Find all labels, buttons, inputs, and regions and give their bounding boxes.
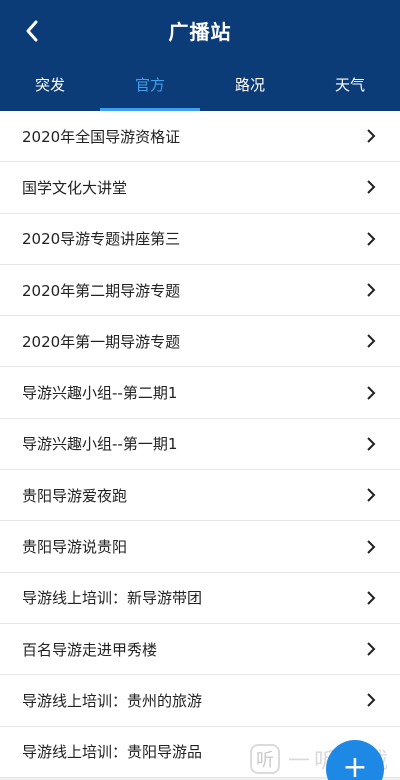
list-item[interactable]: 导游兴趣小组--第二期1 <box>0 367 400 419</box>
list-item-label: 2020年第一期导游专题 <box>22 332 181 351</box>
chevron-right-icon <box>364 641 378 657</box>
list-item-label: 导游线上培训：新导游带团 <box>22 589 203 608</box>
chevron-right-icon <box>364 179 378 195</box>
list-item[interactable]: 贵阳导游爱夜跑 <box>0 470 400 522</box>
list-item[interactable]: 国学文化大讲堂 <box>0 162 400 214</box>
list-item[interactable]: 导游线上培训：贵州的旅游 <box>0 675 400 727</box>
tab-traffic[interactable]: 路况 <box>200 62 300 111</box>
page-title: 广播站 <box>168 20 232 44</box>
chevron-right-icon <box>364 487 378 503</box>
plus-icon: + <box>342 750 368 780</box>
chevron-right-icon <box>364 436 378 452</box>
chevron-right-icon <box>364 539 378 555</box>
chevron-right-icon <box>364 282 378 298</box>
list-item[interactable]: 2020年第二期导游专题 <box>0 264 400 317</box>
chevron-right-icon <box>364 128 378 144</box>
list-item-label: 导游兴趣小组--第一期1 <box>22 435 178 454</box>
app-header: 广播站 突发 官方 路况 天气 <box>0 0 400 111</box>
list-item[interactable]: 贵阳导游说贵阳 <box>0 521 400 573</box>
watermark-logo-icon: 听 <box>250 744 280 774</box>
list-item[interactable]: 2020导游专题讲座第三 <box>0 213 400 265</box>
list-item-label: 导游兴趣小组--第二期1 <box>22 384 178 403</box>
list-item-label: 国学文化大讲堂 <box>22 178 128 197</box>
chevron-right-icon <box>364 333 378 349</box>
tab-official[interactable]: 官方 <box>100 62 200 111</box>
list-item-label: 2020年全国导游资格证 <box>22 127 181 146</box>
list-item[interactable]: 导游线上培训：新导游带团 <box>0 572 400 624</box>
tab-weather[interactable]: 天气 <box>300 62 400 111</box>
chevron-right-icon <box>364 385 378 401</box>
list-item-label: 2020导游专题讲座第三 <box>22 230 181 249</box>
list-item-label: 贵阳导游爱夜跑 <box>22 486 128 505</box>
list-item-label: 百名导游走进甲秀楼 <box>22 640 158 659</box>
list-item-label: 2020年第二期导游专题 <box>22 281 181 300</box>
broadcast-list: 2020年全国导游资格证 国学文化大讲堂 2020导游专题讲座第三 2020年第… <box>0 111 400 778</box>
list-item[interactable]: 2020年全国导游资格证 <box>0 111 400 163</box>
tab-breaking[interactable]: 突发 <box>0 62 100 111</box>
chevron-right-icon <box>364 692 378 708</box>
list-item[interactable]: 百名导游走进甲秀楼 <box>0 623 400 676</box>
chevron-right-icon <box>364 590 378 606</box>
list-item[interactable]: 2020年第一期导游专题 <box>0 316 400 368</box>
list-item-label: 贵阳导游说贵阳 <box>22 538 128 557</box>
list-item-label: 导游线上培训：贵州的旅游 <box>22 691 203 710</box>
chevron-right-icon <box>364 231 378 247</box>
list-item[interactable]: 导游兴趣小组--第一期1 <box>0 418 400 471</box>
tab-bar: 突发 官方 路况 天气 <box>0 62 400 111</box>
